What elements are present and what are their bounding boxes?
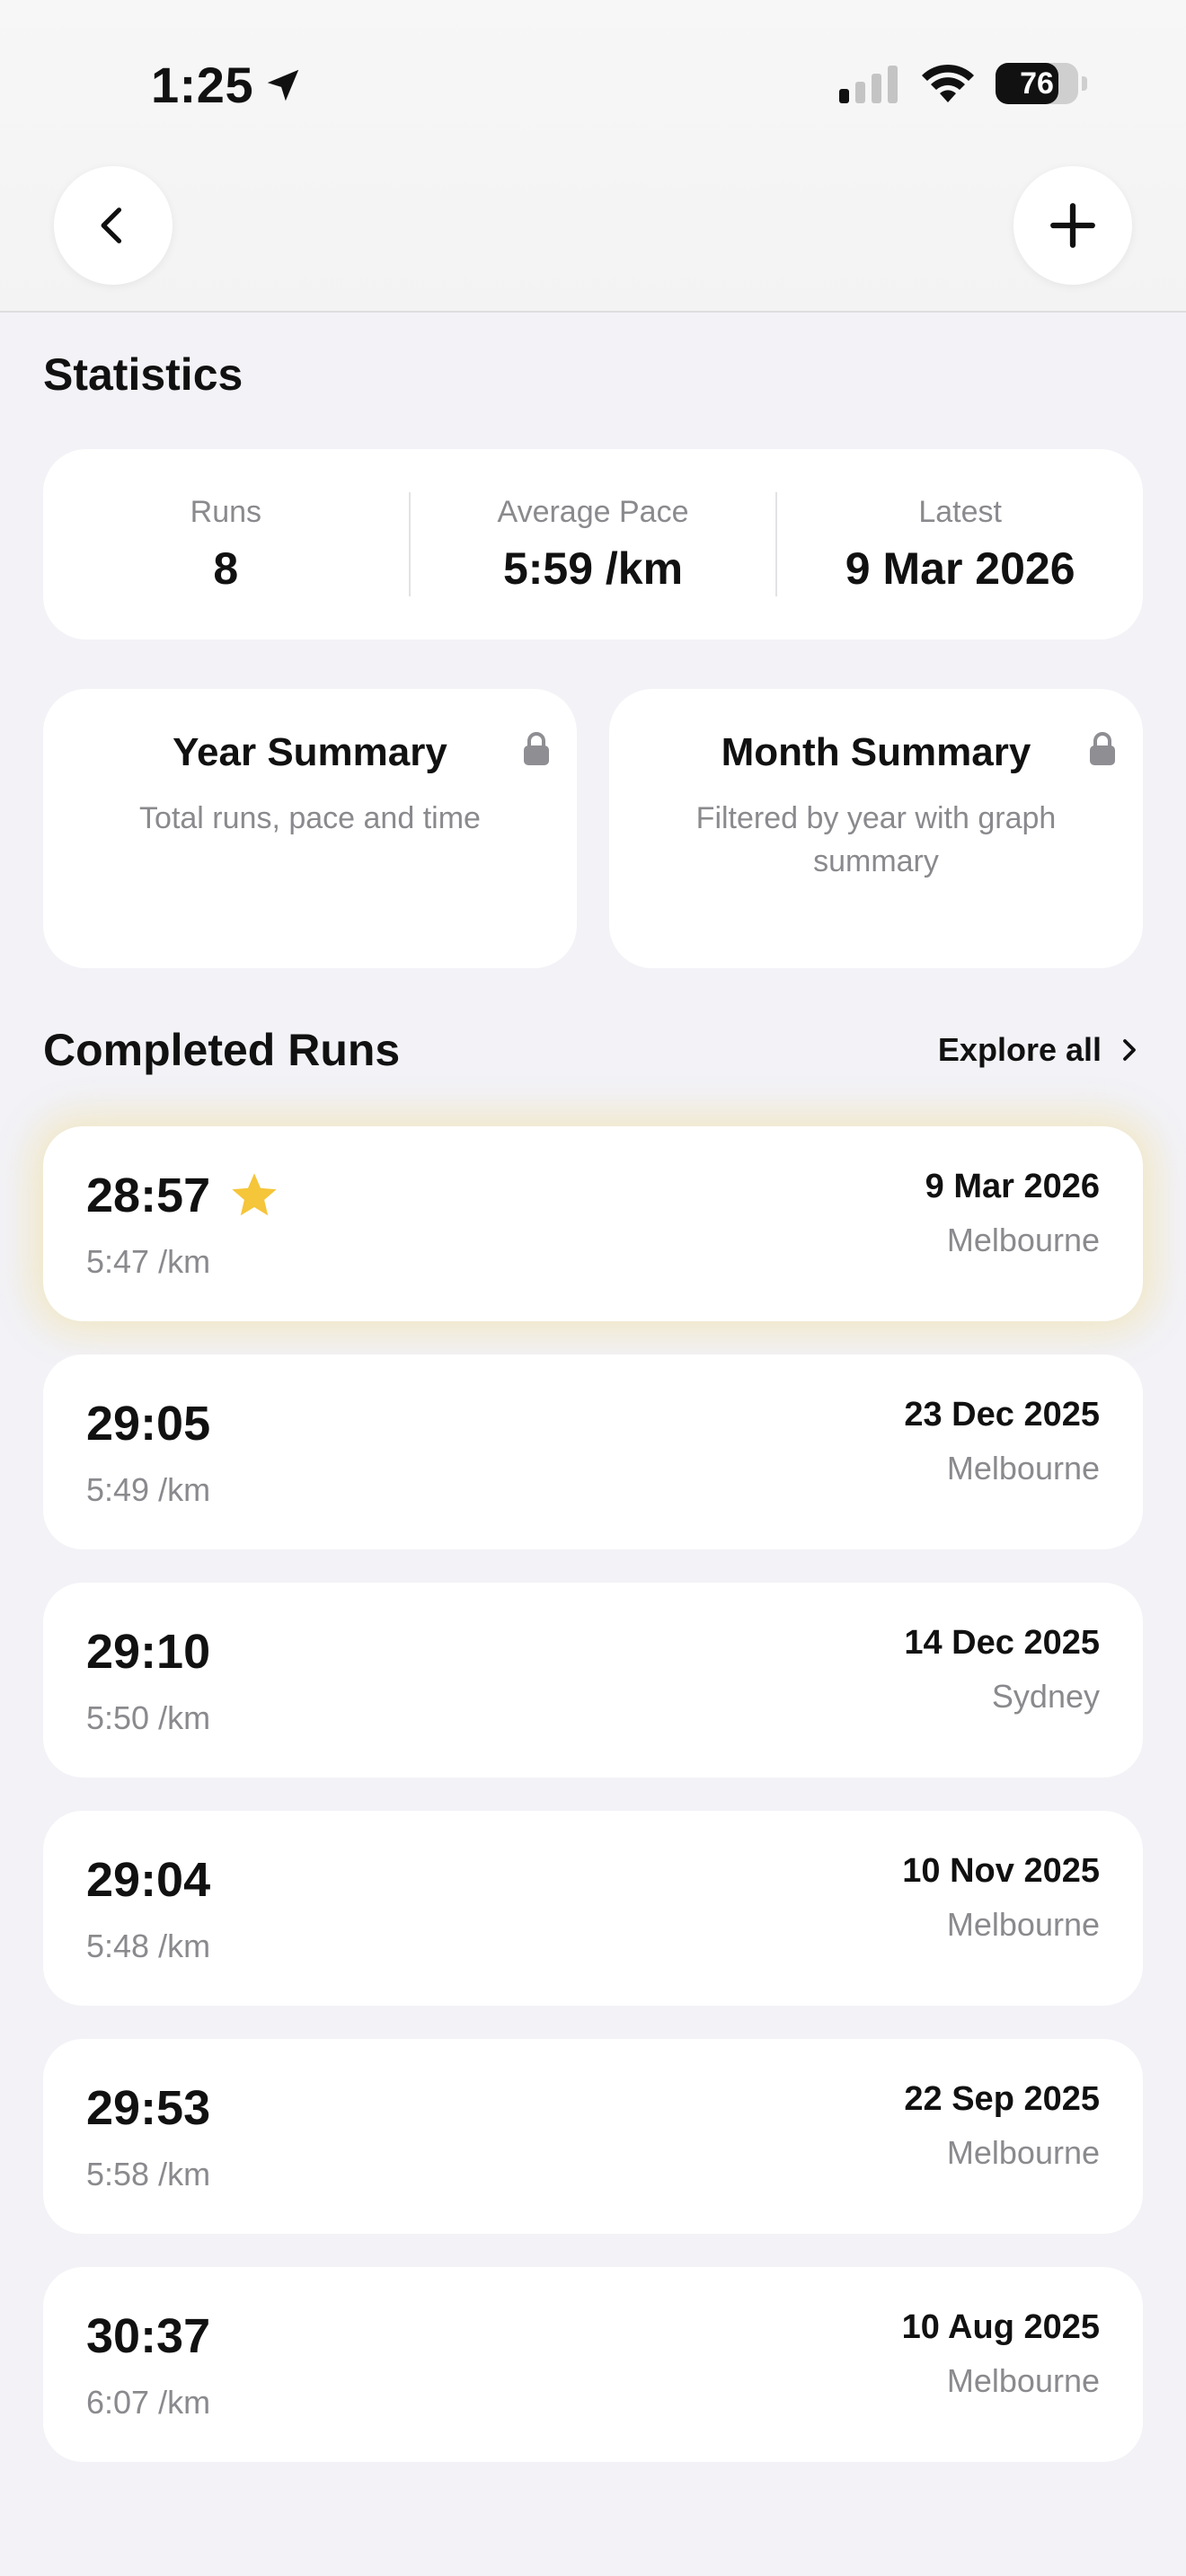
run-card[interactable]: 29:05 5:49 /km 23 Dec 2025 Melbourne xyxy=(43,1354,1143,1549)
run-date: 22 Sep 2025 xyxy=(904,2080,1100,2118)
run-pace: 5:48 /km xyxy=(86,1928,211,1964)
stat-pace-value: 5:59 /km xyxy=(502,543,684,594)
location-arrow-icon xyxy=(267,69,299,101)
run-location: Melbourne xyxy=(946,1450,1100,1486)
run-location: Melbourne xyxy=(946,1906,1100,1943)
completed-runs-title: Completed Runs xyxy=(43,1025,401,1075)
wifi-icon xyxy=(922,64,974,102)
run-time: 29:10 xyxy=(86,1625,211,1679)
stat-latest-value: 9 Mar 2026 xyxy=(845,543,1075,594)
year-summary-card[interactable]: Year Summary Total runs, pace and time xyxy=(43,689,577,968)
back-button[interactable] xyxy=(54,166,173,285)
run-date: 9 Mar 2026 xyxy=(925,1168,1100,1205)
statistics-card: Runs 8 Average Pace 5:59 /km Latest 9 Ma… xyxy=(43,449,1143,640)
run-date: 14 Dec 2025 xyxy=(904,1624,1100,1662)
run-time: 30:37 xyxy=(86,2309,211,2363)
run-date: 23 Dec 2025 xyxy=(904,1396,1100,1434)
status-time: 1:25 xyxy=(151,56,304,114)
chevron-left-icon xyxy=(101,207,122,243)
run-card[interactable]: 30:37 6:07 /km 10 Aug 2025 Melbourne xyxy=(43,2267,1143,2462)
run-location: Melbourne xyxy=(946,2362,1100,2399)
lock-icon xyxy=(1090,732,1115,765)
run-pace: 5:47 /km xyxy=(86,1243,211,1280)
run-card[interactable]: 29:53 5:58 /km 22 Sep 2025 Melbourne xyxy=(43,2039,1143,2234)
run-date: 10 Aug 2025 xyxy=(901,2308,1100,2346)
stat-runs-value: 8 xyxy=(213,543,239,594)
stat-pace-label: Average Pace xyxy=(497,494,689,529)
run-date: 10 Nov 2025 xyxy=(902,1852,1100,1890)
add-run-button[interactable] xyxy=(1013,166,1132,285)
run-location: Sydney xyxy=(991,1678,1100,1715)
year-summary-title: Year Summary xyxy=(173,730,447,774)
run-time: 29:04 xyxy=(86,1853,211,1907)
month-summary-description: Filtered by year with graph summary xyxy=(695,801,1057,878)
stat-runs-label: Runs xyxy=(190,494,262,529)
run-card[interactable]: 29:10 5:50 /km 14 Dec 2025 Sydney xyxy=(43,1583,1143,1778)
run-time-text: 28:57 xyxy=(86,1169,211,1222)
battery-level: 76 xyxy=(1020,66,1054,101)
run-location: Melbourne xyxy=(946,2134,1100,2171)
run-pace: 5:50 /km xyxy=(86,1699,211,1736)
lock-icon xyxy=(524,732,549,765)
month-summary-card[interactable]: Month Summary Filtered by year with grap… xyxy=(609,689,1143,968)
run-pace: 6:07 /km xyxy=(86,2384,211,2421)
status-icons: 76 xyxy=(839,63,1087,104)
stat-average-pace: Average Pace 5:59 /km xyxy=(411,449,776,640)
signal-icon xyxy=(839,66,898,103)
stat-latest-label: Latest xyxy=(918,494,1002,529)
explore-all-label: Explore all xyxy=(937,1031,1102,1068)
stat-runs: Runs 8 xyxy=(43,449,409,640)
battery-icon: 76 xyxy=(996,63,1087,104)
run-time: 29:53 xyxy=(86,2081,211,2135)
run-pace: 5:49 /km xyxy=(86,1471,211,1508)
year-summary-description: Total runs, pace and time xyxy=(139,801,481,835)
chevron-right-icon xyxy=(1123,1039,1136,1061)
run-pace: 5:58 /km xyxy=(86,2156,211,2192)
status-time-text: 1:25 xyxy=(151,57,254,113)
star-icon xyxy=(232,1173,277,1216)
statistics-title: Statistics xyxy=(43,349,243,400)
run-card[interactable]: 29:04 5:48 /km 10 Nov 2025 Melbourne xyxy=(43,1811,1143,2006)
plus-icon xyxy=(1050,203,1095,248)
run-time: 29:05 xyxy=(86,1397,211,1451)
stat-latest: Latest 9 Mar 2026 xyxy=(777,449,1143,640)
month-summary-title: Month Summary xyxy=(721,730,1031,774)
explore-all-link[interactable]: Explore all xyxy=(938,1031,1143,1069)
run-location: Melbourne xyxy=(946,1222,1100,1258)
run-time: 28:57 xyxy=(86,1168,280,1223)
run-card[interactable]: 28:57 5:47 /km 9 Mar 2026 Melbourne xyxy=(43,1126,1143,1321)
navigation-bar: 1:25 76 xyxy=(0,0,1186,313)
